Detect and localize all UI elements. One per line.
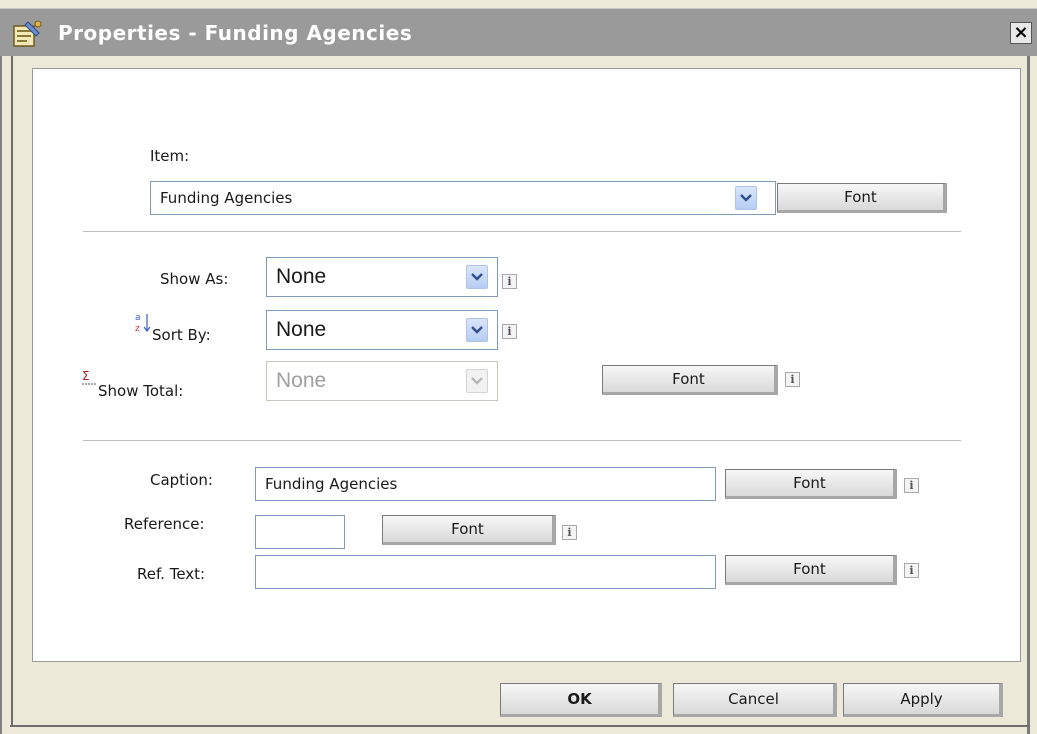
- sort-by-label: Sort By:: [152, 326, 211, 344]
- properties-dialog: Properties - Funding Agencies × Item: Fu…: [0, 0, 1037, 734]
- ok-button[interactable]: OK: [500, 683, 662, 717]
- properties-panel: Item: Funding Agencies Font Show As: Non…: [32, 68, 1021, 662]
- caption-font-button[interactable]: Font: [725, 469, 897, 499]
- show-as-label: Show As:: [160, 270, 229, 288]
- svg-text:z: z: [135, 324, 140, 334]
- close-icon: ×: [1013, 22, 1029, 43]
- show-total-select[interactable]: None: [266, 361, 498, 401]
- divider: [83, 231, 961, 232]
- apply-button[interactable]: Apply: [843, 683, 1003, 717]
- caption-label: Caption:: [150, 471, 213, 489]
- item-select[interactable]: Funding Agencies: [150, 181, 776, 215]
- dialog-title: Properties - Funding Agencies: [58, 21, 413, 45]
- show-as-value: None: [276, 265, 327, 288]
- frame-bottom-border: [10, 725, 1030, 727]
- svg-text:a: a: [135, 313, 141, 323]
- title-bar[interactable]: Properties - Funding Agencies ×: [0, 8, 1037, 56]
- sort-by-value: None: [276, 318, 327, 341]
- item-select-value: Funding Agencies: [160, 189, 293, 207]
- close-button[interactable]: ×: [1010, 22, 1032, 44]
- show-as-info-icon[interactable]: i: [502, 274, 517, 289]
- reference-font-button[interactable]: Font: [382, 515, 556, 545]
- divider: [83, 440, 961, 441]
- show-total-info-icon[interactable]: i: [785, 372, 800, 387]
- ref-text-input[interactable]: [255, 555, 716, 589]
- frame-inner-line: [11, 56, 13, 726]
- show-total-value: None: [276, 369, 327, 392]
- frame-right-border: [1027, 56, 1030, 734]
- show-total-font-button[interactable]: Font: [602, 365, 778, 395]
- sigma-icon: Σ: [80, 369, 98, 389]
- properties-icon: [12, 20, 42, 48]
- show-as-select[interactable]: None: [266, 257, 498, 297]
- chevron-down-icon[interactable]: [466, 318, 488, 342]
- chevron-down-icon[interactable]: [466, 265, 488, 289]
- ref-text-info-icon[interactable]: i: [904, 563, 919, 578]
- caption-value: Funding Agencies: [265, 475, 398, 493]
- reference-label: Reference:: [124, 515, 205, 533]
- sort-by-info-icon[interactable]: i: [502, 324, 517, 339]
- sort-az-icon: a z: [134, 311, 152, 335]
- item-font-button[interactable]: Font: [777, 183, 947, 213]
- item-label: Item:: [150, 147, 190, 165]
- ref-text-label: Ref. Text:: [137, 565, 206, 583]
- frame-left-border: [0, 56, 20, 734]
- caption-input[interactable]: Funding Agencies: [255, 467, 716, 501]
- chevron-down-icon[interactable]: [735, 186, 757, 210]
- svg-text:Σ: Σ: [82, 369, 90, 383]
- ref-text-font-button[interactable]: Font: [725, 555, 897, 585]
- cancel-button[interactable]: Cancel: [673, 683, 837, 717]
- reference-info-icon[interactable]: i: [562, 525, 577, 540]
- caption-info-icon[interactable]: i: [904, 478, 919, 493]
- show-total-label: Show Total:: [98, 382, 184, 400]
- reference-input[interactable]: [255, 515, 345, 549]
- sort-by-select[interactable]: None: [266, 310, 498, 350]
- chevron-down-icon[interactable]: [466, 369, 488, 393]
